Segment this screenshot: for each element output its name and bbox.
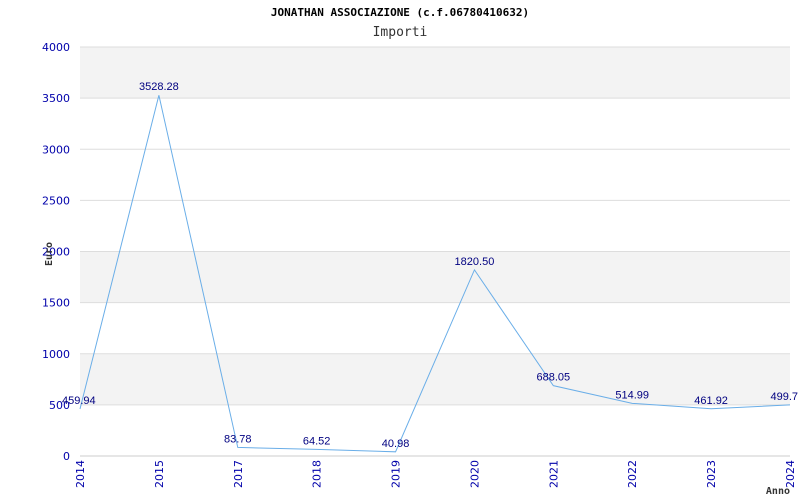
y-tick-label: 2500 — [42, 194, 70, 207]
data-label: 461.92 — [694, 395, 728, 407]
x-tick-label: 2022 — [626, 460, 639, 488]
y-tick-label: 4000 — [42, 41, 70, 54]
data-label: 64.52 — [303, 435, 331, 447]
x-tick-label: 2020 — [468, 460, 481, 488]
data-label: 459.94 — [62, 395, 96, 407]
y-tick-label: 1000 — [42, 348, 70, 361]
x-tick-label: 2018 — [311, 460, 324, 488]
line-chart: 05001000150020002500300035004000 2014 201… — [42, 41, 798, 497]
y-tick-label: 1500 — [42, 297, 70, 310]
background-band — [80, 47, 790, 99]
data-label: 499.7 — [770, 391, 798, 403]
x-tick-labels: 2014 2015 2017 2018 2019 2020 2021 2022 2023 2024 — [74, 460, 797, 488]
data-label: 514.99 — [615, 389, 649, 401]
x-tick-label: 2014 — [74, 460, 87, 488]
data-label: 40.98 — [382, 438, 410, 450]
y-tick-label: 3500 — [42, 92, 70, 105]
data-label: 83.78 — [224, 433, 252, 445]
y-tick-label: 0 — [63, 450, 70, 463]
data-label: 1820.50 — [455, 256, 495, 268]
x-tick-label: 2023 — [705, 460, 718, 488]
data-label: 688.05 — [537, 372, 571, 384]
background-band — [80, 251, 790, 303]
y-axis-label: Euro — [44, 242, 55, 266]
x-tick-label: 2021 — [547, 460, 560, 488]
y-tick-label: 3000 — [42, 143, 70, 156]
x-tick-label: 2024 — [784, 460, 797, 488]
x-axis-label: Anno — [766, 486, 790, 497]
x-tick-label: 2015 — [153, 460, 166, 488]
background-bands — [80, 47, 790, 405]
x-tick-label: 2017 — [232, 460, 245, 488]
data-label: 3528.28 — [139, 81, 179, 93]
x-tick-label: 2019 — [390, 460, 403, 488]
